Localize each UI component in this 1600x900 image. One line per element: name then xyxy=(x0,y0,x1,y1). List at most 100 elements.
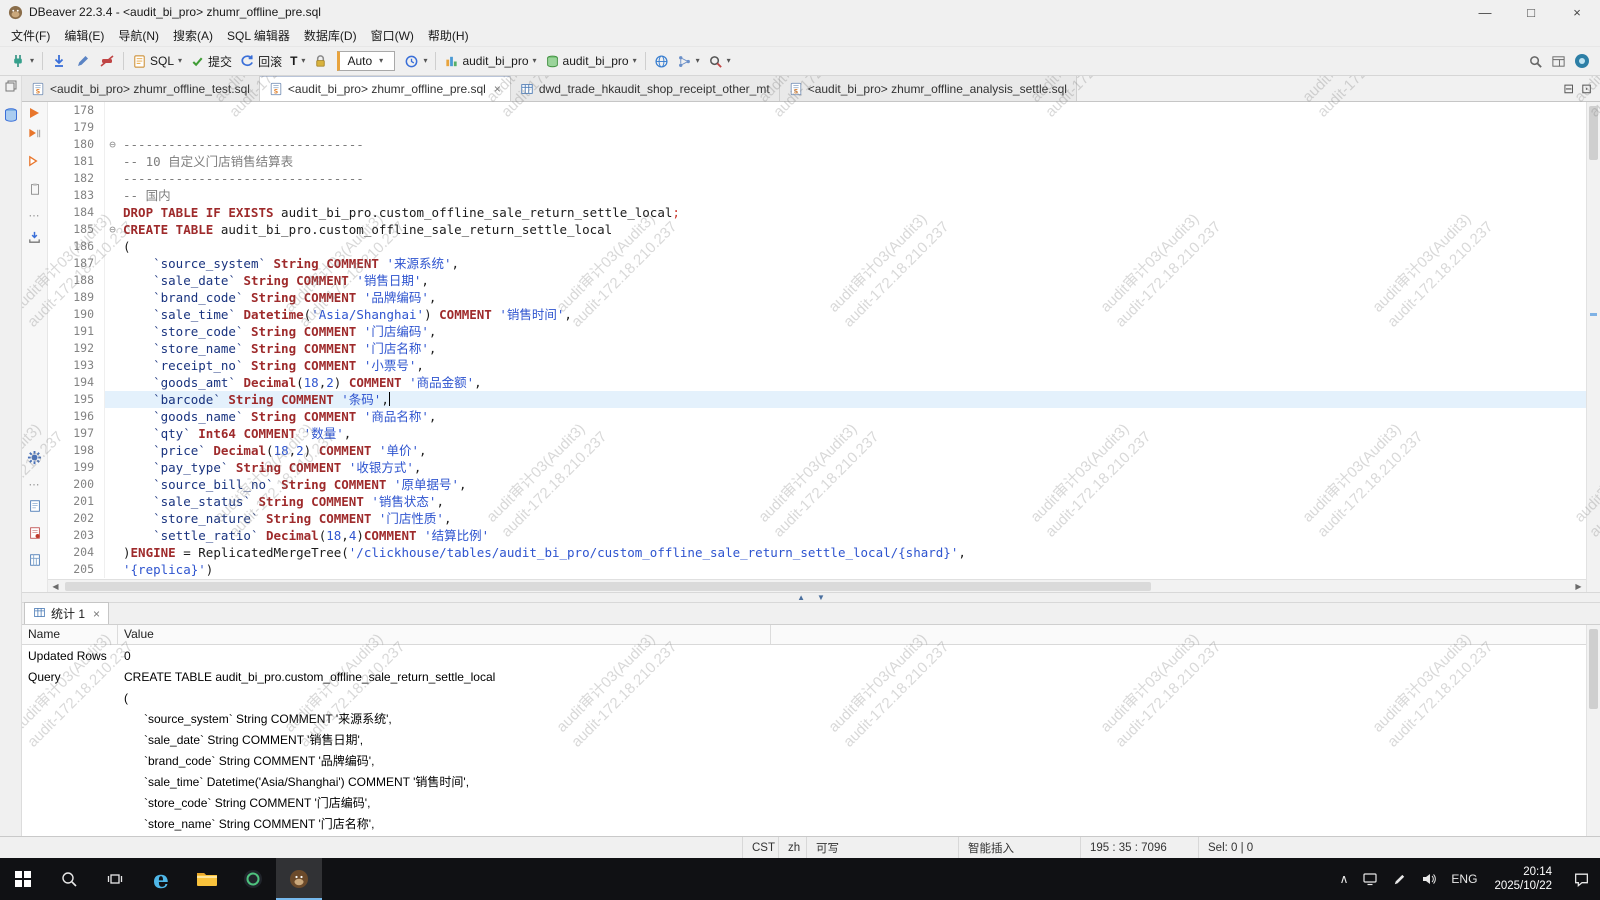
sql-editor-button[interactable]: SQL ▾ xyxy=(128,52,186,71)
editor-tab[interactable]: dwd_trade_hkaudit_shop_receipt_other_mt xyxy=(511,76,780,101)
code-line[interactable]: 194 `goods_amt` Decimal(18,2) COMMENT '商… xyxy=(48,374,1586,391)
results-scrollbar[interactable] xyxy=(1586,625,1600,836)
language-indicator[interactable]: ENG xyxy=(1444,858,1484,900)
code-line[interactable]: 204)ENGINE = ReplicatedMergeTree('/click… xyxy=(48,544,1586,561)
tray-monitor-icon[interactable] xyxy=(1355,858,1385,900)
code-line[interactable]: 184DROP TABLE IF EXISTS audit_bi_pro.cus… xyxy=(48,204,1586,221)
code-line[interactable]: 190 `sale_time` Datetime('Asia/Shanghai'… xyxy=(48,306,1586,323)
table-row[interactable]: `source_system` String COMMENT '来源系统', xyxy=(22,708,1586,729)
code-line[interactable]: 185⊖CREATE TABLE audit_bi_pro.custom_off… xyxy=(48,221,1586,238)
edge-browser-button[interactable]: e xyxy=(138,858,184,900)
settings-gear-icon[interactable] xyxy=(27,450,42,470)
fold-marker[interactable]: ⊖ xyxy=(104,136,120,153)
rollback-button[interactable]: 回滚 xyxy=(236,51,286,72)
code-line[interactable]: 189 `brand_code` String COMMENT '品牌编码', xyxy=(48,289,1586,306)
start-button[interactable] xyxy=(0,858,46,900)
code-line[interactable]: 196 `goods_name` String COMMENT '商品名称', xyxy=(48,408,1586,425)
menu-item[interactable]: 文件(F) xyxy=(4,25,57,46)
metadata-search-button[interactable]: ▾ xyxy=(704,52,735,71)
code-line[interactable]: 186( xyxy=(48,238,1586,255)
web-globe-button[interactable] xyxy=(650,52,673,71)
hscroll-thumb[interactable] xyxy=(65,582,1151,591)
toolbar-overflow-icon[interactable]: ⋯ xyxy=(29,478,41,491)
query-history-button[interactable]: ▾ xyxy=(400,52,431,71)
column-header-value[interactable]: Value xyxy=(118,625,771,644)
taskbar-search-button[interactable] xyxy=(46,858,92,900)
explain-plan-icon[interactable] xyxy=(28,182,42,201)
task-view-button[interactable] xyxy=(92,858,138,900)
table-row[interactable]: `store_name` String COMMENT '门店名称', xyxy=(22,813,1586,834)
code-line[interactable]: 202 `store_nature` String COMMENT '门店性质'… xyxy=(48,510,1586,527)
global-search-button[interactable] xyxy=(1524,52,1547,71)
editor-tab[interactable]: S<audit_bi_pro> zhumr_offline_pre.sql× xyxy=(260,76,511,101)
restore-panel-icon[interactable] xyxy=(4,79,18,98)
code-line[interactable]: 192 `store_name` String COMMENT '门店名称', xyxy=(48,340,1586,357)
taskbar-clock[interactable]: 20:14 2025/10/22 xyxy=(1484,858,1562,900)
table-row[interactable]: `store_code` String COMMENT '门店编码', xyxy=(22,792,1586,813)
code-line[interactable]: 181-- 10 自定义门店销售结算表 xyxy=(48,153,1586,170)
execute-statement-icon[interactable] xyxy=(30,108,39,118)
menu-item[interactable]: SQL 编辑器 xyxy=(220,25,297,46)
isolation-combo[interactable]: Auto ▾ xyxy=(337,51,395,71)
editor-tab[interactable]: S<audit_bi_pro> zhumr_offline_test.sql xyxy=(22,76,260,101)
results-scroll-thumb[interactable] xyxy=(1589,629,1598,709)
vscroll-thumb[interactable] xyxy=(1589,106,1598,160)
code-area[interactable]: 178179180⊖------------------------------… xyxy=(48,102,1586,579)
code-line[interactable]: 205'{replica}') xyxy=(48,561,1586,578)
code-line[interactable]: 180⊖-------------------------------- xyxy=(48,136,1586,153)
fetch-button[interactable] xyxy=(47,51,71,71)
tray-volume-icon[interactable] xyxy=(1414,858,1444,900)
code-line[interactable]: 193 `receipt_no` String COMMENT '小票号', xyxy=(48,357,1586,374)
tray-chevron-icon[interactable]: ∧ xyxy=(1333,858,1356,900)
table-row[interactable]: Updated Rows0 xyxy=(22,645,1586,666)
code-line[interactable]: 198 `price` Decimal(18,2) COMMENT '单价', xyxy=(48,442,1586,459)
app-button-remote[interactable] xyxy=(230,858,276,900)
collapse-up-icon[interactable]: ▲ xyxy=(797,593,805,602)
horizontal-scrollbar[interactable]: ◀ ▶ xyxy=(48,579,1586,592)
menu-item[interactable]: 编辑(E) xyxy=(57,25,111,46)
code-line[interactable]: 200 `source_bill_no` String COMMENT '原单据… xyxy=(48,476,1586,493)
code-line[interactable]: 178 xyxy=(48,102,1586,119)
template-file-icon[interactable] xyxy=(28,553,42,572)
toolbar-overflow-icon[interactable]: ⋯ xyxy=(29,209,41,222)
maximize-button[interactable]: □ xyxy=(1508,0,1554,24)
disconnect-button[interactable] xyxy=(95,51,119,71)
table-row[interactable]: QueryCREATE TABLE audit_bi_pro.custom_of… xyxy=(22,666,1586,687)
database-selector[interactable]: audit_bi_pro ▾ xyxy=(440,52,540,71)
app-button-dbeaver[interactable] xyxy=(276,858,322,900)
tab-close-icon[interactable]: × xyxy=(494,82,501,96)
tray-pen-icon[interactable] xyxy=(1385,858,1414,900)
code-line[interactable]: 179 xyxy=(48,119,1586,136)
code-line[interactable]: 182-------------------------------- xyxy=(48,170,1586,187)
new-connection-button[interactable]: ▾ xyxy=(6,51,38,71)
table-row[interactable]: `sale_date` String COMMENT '销售日期', xyxy=(22,729,1586,750)
minimize-button[interactable]: — xyxy=(1462,0,1508,24)
editor-tab[interactable]: S<audit_bi_pro> zhumr_offline_analysis_s… xyxy=(780,76,1077,101)
close-button[interactable]: × xyxy=(1554,0,1600,24)
project-branch-button[interactable]: ▾ xyxy=(673,52,704,71)
execute-new-tab-icon[interactable] xyxy=(27,154,42,174)
collapse-down-icon[interactable]: ▼ xyxy=(817,593,825,602)
menu-item[interactable]: 帮助(H) xyxy=(421,25,476,46)
menu-item[interactable]: 窗口(W) xyxy=(364,25,421,46)
export-data-icon[interactable] xyxy=(27,230,42,250)
menu-item[interactable]: 导航(N) xyxy=(111,25,166,46)
minimize-view-icon[interactable]: ⊟ xyxy=(1563,81,1574,97)
fold-marker[interactable]: ⊖ xyxy=(104,221,120,238)
file-explorer-button[interactable] xyxy=(184,858,230,900)
table-row[interactable]: `brand_code` String COMMENT '品牌编码', xyxy=(22,750,1586,771)
scroll-right-icon[interactable]: ▶ xyxy=(1571,580,1586,593)
code-line[interactable]: 199 `pay_type` String COMMENT '收银方式', xyxy=(48,459,1586,476)
table-row[interactable]: ( xyxy=(22,687,1586,708)
scroll-left-icon[interactable]: ◀ xyxy=(48,580,63,593)
perspective-button[interactable] xyxy=(1547,52,1570,71)
menu-item[interactable]: 数据库(D) xyxy=(297,25,364,46)
code-line[interactable]: 187 `source_system` String COMMENT '来源系统… xyxy=(48,255,1586,272)
code-line[interactable]: 197 `qty` Int64 COMMENT '数量', xyxy=(48,425,1586,442)
code-line[interactable]: 188 `sale_date` String COMMENT '销售日期', xyxy=(48,272,1586,289)
autocommit-lock-button[interactable] xyxy=(309,52,332,71)
action-center-button[interactable] xyxy=(1562,858,1600,900)
code-line[interactable]: 201 `sale_status` String COMMENT '销售状态', xyxy=(48,493,1586,510)
commit-button[interactable]: 提交 xyxy=(186,51,236,72)
edit-connection-button[interactable] xyxy=(71,51,95,71)
